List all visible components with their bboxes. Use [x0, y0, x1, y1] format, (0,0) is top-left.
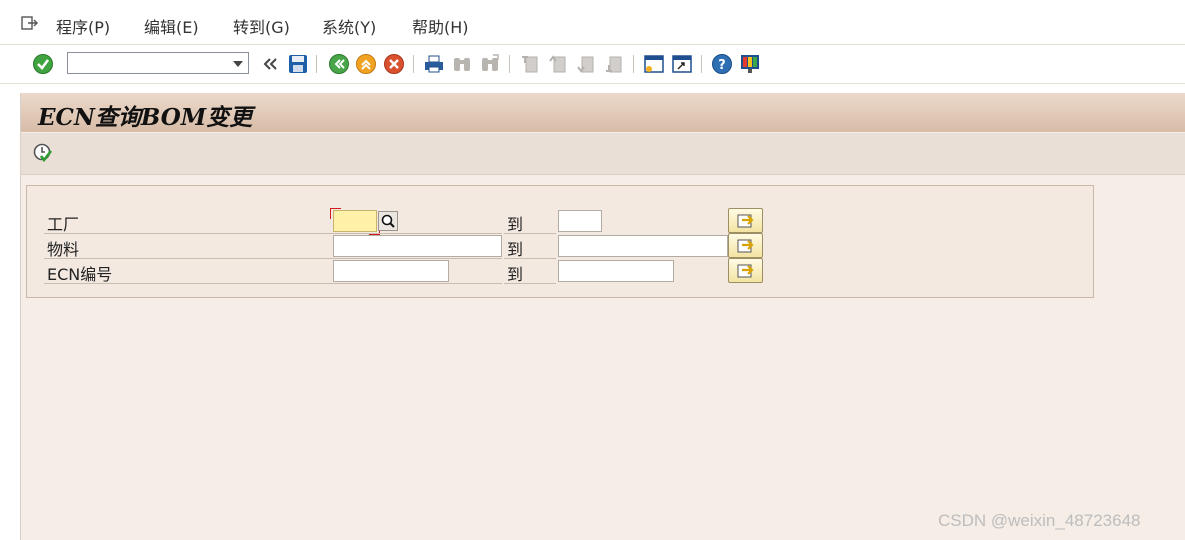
- application-area: ECN查询BOM变更 工厂 到 物料 到 ECN编号 到: [20, 93, 1185, 540]
- collapse-icon[interactable]: [259, 53, 281, 75]
- ecn-from-input[interactable]: [333, 260, 449, 282]
- print-icon[interactable]: [423, 53, 445, 75]
- cancel-icon[interactable]: [383, 53, 405, 75]
- multiple-selection-button[interactable]: [728, 208, 763, 233]
- multiple-selection-button[interactable]: [728, 233, 763, 258]
- create-session-icon[interactable]: [643, 53, 665, 75]
- standard-toolbar: ?: [0, 45, 1185, 84]
- exit-icon[interactable]: [355, 53, 377, 75]
- command-field[interactable]: [67, 52, 249, 74]
- material-label: 物料: [47, 240, 80, 259]
- selection-row-plant: 工厂 到: [44, 208, 763, 235]
- menu-help[interactable]: 帮助(H): [412, 14, 469, 38]
- page-title: ECN查询BOM变更: [38, 104, 253, 131]
- command-dropdown-icon[interactable]: [233, 61, 243, 67]
- save-icon[interactable]: [287, 53, 309, 75]
- screen-title-bar: ECN查询BOM变更: [21, 93, 1185, 132]
- customize-layout-icon[interactable]: [739, 53, 761, 75]
- plant-label: 工厂: [47, 215, 80, 234]
- selection-row-ecn: ECN编号 到: [44, 258, 763, 284]
- back-icon[interactable]: [328, 53, 350, 75]
- first-page-icon[interactable]: [519, 53, 541, 75]
- menu-edit[interactable]: 编辑(E): [144, 14, 199, 38]
- find-next-icon[interactable]: [479, 53, 501, 75]
- find-icon[interactable]: [451, 53, 473, 75]
- menu-goto[interactable]: 转到(G): [233, 14, 290, 38]
- menu-system[interactable]: 系统(Y): [322, 14, 376, 38]
- next-page-icon[interactable]: [575, 53, 597, 75]
- selection-screen-block: 工厂 到 物料 到 ECN编号 到: [26, 185, 1094, 298]
- material-from-input[interactable]: [333, 235, 502, 257]
- menu-program[interactable]: 程序(P): [56, 14, 110, 38]
- selection-row-material: 物料 到: [44, 233, 763, 259]
- application-toolbar: [21, 133, 1185, 175]
- focus-marker: [330, 208, 341, 219]
- material-to-input[interactable]: [558, 235, 728, 257]
- help-icon[interactable]: ?: [711, 53, 733, 75]
- ecn-number-label: ECN编号: [47, 265, 113, 284]
- plant-to-input[interactable]: [558, 210, 602, 232]
- svg-text:?: ?: [718, 58, 726, 73]
- multiple-selection-button[interactable]: [728, 258, 763, 283]
- menu-bar: 程序(P) 编辑(E) 转到(G) 系统(Y) 帮助(H): [0, 0, 1185, 45]
- ecn-to-input[interactable]: [558, 260, 674, 282]
- menu-exit-icon[interactable]: [20, 14, 40, 32]
- search-help-icon[interactable]: [378, 211, 398, 231]
- last-page-icon[interactable]: [603, 53, 625, 75]
- enter-icon[interactable]: [32, 53, 54, 75]
- to-label: 到: [507, 240, 524, 259]
- shortcut-icon[interactable]: [671, 53, 693, 75]
- to-label: 到: [507, 215, 524, 234]
- watermark: CSDN @weixin_48723648: [938, 511, 1141, 530]
- previous-page-icon[interactable]: [547, 53, 569, 75]
- execute-icon[interactable]: [32, 142, 54, 164]
- to-label: 到: [507, 265, 524, 284]
